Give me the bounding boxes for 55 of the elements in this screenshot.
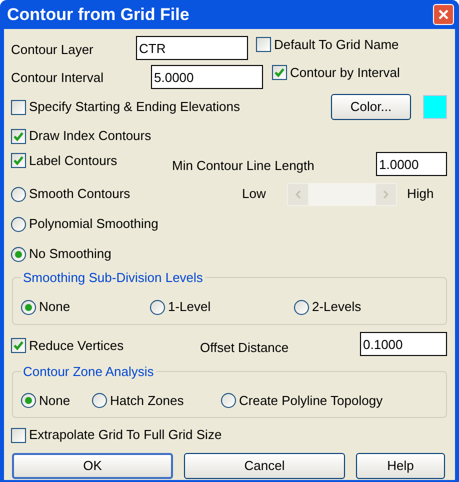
checkbox-label[interactable]: Default To Grid Name (274, 35, 399, 54)
slider-label: High (407, 185, 434, 204)
window-title: Contour from Grid File (7, 4, 190, 26)
radio-label[interactable]: Hatch Zones (110, 390, 184, 410)
dialog-button[interactable]: Cancel (184, 453, 345, 479)
checkbox-label[interactable]: Specify Starting & Ending Elevations (29, 97, 240, 117)
checkbox-label[interactable]: Contour by Interval (290, 63, 400, 82)
radio-label[interactable]: None (39, 297, 70, 317)
radio-button[interactable] (150, 300, 165, 314)
radio-button[interactable] (294, 300, 309, 314)
close-icon (438, 9, 449, 20)
checkbox[interactable] (272, 65, 287, 80)
check-icon (13, 130, 24, 142)
radio-label[interactable]: 1-Level (168, 297, 211, 317)
radio-label[interactable]: Smooth Contours (29, 184, 130, 204)
radio-button[interactable] (21, 393, 36, 408)
checkbox-label[interactable]: Draw Index Contours (29, 126, 152, 146)
close-button[interactable] (433, 4, 454, 25)
chevron-left-icon (295, 190, 301, 198)
field-label: Contour Interval (11, 68, 104, 87)
input-field[interactable]: 0.1000 (360, 332, 447, 356)
checkbox[interactable] (256, 37, 271, 52)
field-label: Contour Layer (11, 40, 94, 59)
input-field[interactable]: CTR (136, 36, 248, 60)
checkbox[interactable] (11, 428, 26, 442)
radio-button[interactable] (11, 186, 26, 202)
checkbox-label[interactable]: Reduce Vertices (29, 336, 124, 356)
radio-button[interactable] (21, 300, 36, 314)
radio-button[interactable] (11, 246, 26, 262)
radio-button[interactable] (11, 216, 26, 232)
radio-button[interactable] (221, 393, 236, 408)
color-button[interactable]: Color... (331, 94, 411, 120)
radio-button[interactable] (92, 393, 107, 408)
check-icon (13, 155, 24, 166)
dialog-button[interactable]: OK (12, 453, 173, 479)
input-field[interactable]: 1.0000 (376, 152, 447, 176)
checkbox[interactable] (11, 128, 26, 144)
field-label: Offset Distance (200, 339, 290, 358)
checkbox-label[interactable]: Label Contours (29, 151, 118, 170)
dialog-button[interactable]: Help (356, 453, 445, 479)
checkbox[interactable] (11, 100, 26, 114)
check-icon (13, 340, 24, 352)
radio-label[interactable]: None (39, 390, 70, 410)
input-field[interactable]: 5.0000 (151, 64, 263, 88)
radio-label[interactable]: Create Polyline Topology (239, 390, 383, 410)
chevron-right-icon (383, 190, 389, 198)
radio-label[interactable]: 2-Levels (312, 297, 362, 317)
checkbox[interactable] (11, 153, 26, 168)
radio-label[interactable]: Polynomial Smoothing (29, 214, 158, 234)
slider-label: Low (242, 185, 267, 204)
check-icon (274, 67, 285, 78)
checkbox[interactable] (11, 338, 26, 354)
field-label: Min Contour Line Length (172, 156, 316, 175)
radio-label[interactable]: No Smoothing (29, 244, 112, 264)
checkbox-label[interactable]: Extrapolate Grid To Full Grid Size (29, 425, 222, 445)
